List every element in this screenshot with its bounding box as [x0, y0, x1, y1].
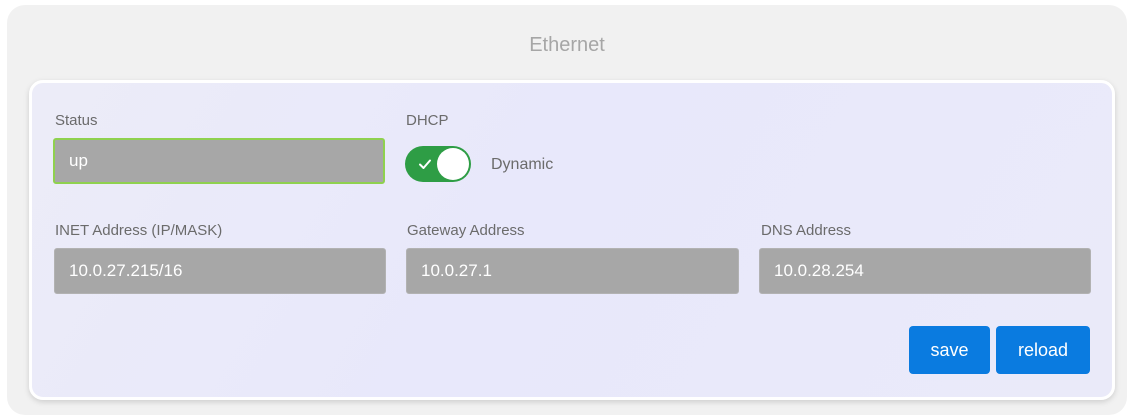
status-field[interactable]	[53, 138, 385, 184]
save-button[interactable]: save	[909, 326, 990, 374]
check-icon	[419, 159, 431, 169]
dns-address-field[interactable]	[759, 248, 1091, 294]
panel-title: Ethernet	[529, 34, 605, 56]
dhcp-label: DHCP	[406, 112, 449, 129]
inet-address-label: INET Address (IP/MASK)	[55, 222, 223, 239]
inet-address-field[interactable]	[54, 248, 386, 294]
dns-address-label: DNS Address	[761, 222, 852, 239]
ethernet-settings-card: Status DHCP Dynamic INET Address (IP/MAS…	[29, 80, 1115, 400]
ethernet-panel: Ethernet Status DHCP Dynamic INET Addres…	[7, 5, 1127, 415]
gateway-address-label: Gateway Address	[407, 222, 525, 239]
toggle-knob	[437, 148, 469, 180]
gateway-address-field[interactable]	[406, 248, 739, 294]
status-label: Status	[55, 112, 98, 129]
dhcp-toggle[interactable]	[405, 146, 471, 182]
reload-button[interactable]: reload	[996, 326, 1090, 374]
dhcp-state-text: Dynamic	[491, 156, 554, 173]
